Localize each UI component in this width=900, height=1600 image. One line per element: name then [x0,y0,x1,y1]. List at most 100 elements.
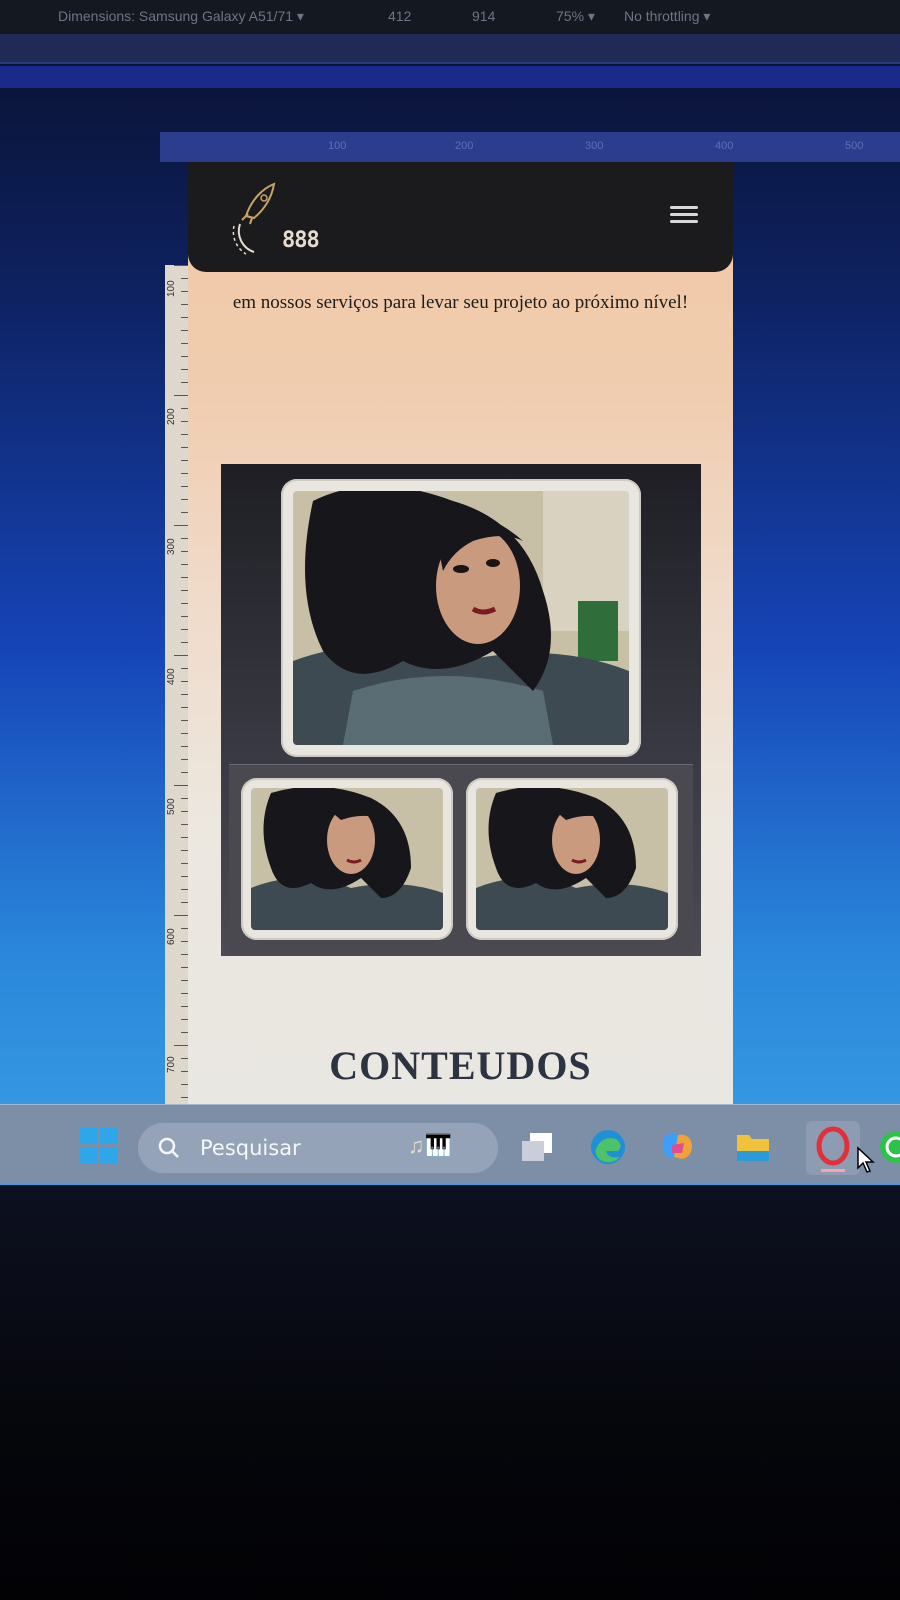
ruler-left-mark: 600 [166,928,177,945]
menu-icon [670,220,698,223]
device-dimensions-dropdown[interactable]: Dimensions: Samsung Galaxy A51/71 ▾ [58,8,304,25]
device-viewport: 888 em nossos serviços para levar seu pr… [188,162,733,1104]
task-view-icon[interactable] [518,1127,558,1167]
ruler-top: 100 200 300 400 500 [160,132,900,162]
ruler-left-mark: 100 [166,280,177,297]
portrait-photo [293,491,629,745]
ruler-tick [181,941,188,942]
devtools-media-query-bar-secondary[interactable] [0,66,900,88]
ruler-tick [181,1097,188,1098]
site-header: 888 [188,162,733,272]
taskbar-search-box[interactable]: Pesquisar ♫🎹 [138,1123,498,1173]
ruler-tick [181,707,188,708]
devtools-media-query-bar[interactable] [0,34,900,64]
ruler-left-mark: 400 [166,668,177,685]
copilot-icon[interactable] [658,1127,698,1167]
ruler-tick [181,837,188,838]
section-title: CONTEUDOS [329,1043,592,1088]
ruler-tick [181,421,188,422]
ruler-tick [181,603,188,604]
ruler-tick [181,1006,188,1007]
ruler-tick [181,278,188,279]
ruler-tick [181,993,188,994]
ruler-top-mark: 100 [328,140,347,152]
ruler-tick [181,811,188,812]
ruler-tick [181,447,188,448]
search-placeholder: Pesquisar [200,1136,301,1160]
ruler-tick [181,954,188,955]
intro-text: em nossos serviços para levar seu projet… [232,292,689,313]
menu-icon [670,206,698,209]
zoom-dropdown[interactable]: 75% ▾ [556,8,595,25]
gallery-main-photo[interactable] [281,479,641,757]
ruler-tick [181,668,188,669]
ruler-tick [181,1058,188,1059]
ruler-tick [181,1071,188,1072]
devtools-device-toolbar: Dimensions: Samsung Galaxy A51/71 ▾ 412 … [0,0,900,34]
ruler-tick [181,616,188,617]
ruler-tick [181,1084,188,1085]
ruler-tick [181,304,188,305]
ruler-tick [181,590,188,591]
ruler-tick [181,317,188,318]
ruler-tick [181,369,188,370]
ruler-tick [174,525,188,526]
gallery-thumbnail[interactable] [466,778,678,940]
taskbar: Pesquisar ♫🎹 [0,1104,900,1184]
ruler-tick [181,694,188,695]
ruler-left-mark: 500 [166,798,177,815]
ruler-left-mark: 300 [166,538,177,555]
ruler-tick [181,551,188,552]
ruler-top-mark: 300 [585,140,604,152]
file-explorer-icon[interactable] [733,1127,773,1167]
ruler-tick [174,1045,188,1046]
ruler-tick [181,863,188,864]
opera-icon[interactable] [806,1121,860,1175]
ruler-tick [181,967,188,968]
menu-icon [670,213,698,216]
whatsapp-icon[interactable] [876,1127,900,1167]
ruler-top-mark: 200 [455,140,474,152]
ruler-tick [174,395,188,396]
hamburger-menu-button[interactable] [670,202,698,230]
ruler-tick [181,850,188,851]
ruler-tick [181,720,188,721]
ruler-tick [181,772,188,773]
ruler-tick [181,434,188,435]
ruler-tick [181,629,188,630]
ruler-tick [174,655,188,656]
ruler-tick [181,486,188,487]
throttling-dropdown[interactable]: No throttling ▾ [624,8,710,25]
edge-icon[interactable] [588,1127,628,1167]
ruler-top-mark: 500 [845,140,864,152]
ruler-tick [181,889,188,890]
ruler-tick [181,928,188,929]
ruler-tick [181,980,188,981]
windows-start-icon[interactable] [80,1127,118,1165]
viewport-width-input[interactable]: 412 [388,8,411,24]
ruler-tick [181,473,188,474]
portrait-photo [476,788,668,930]
gallery-thumbnail[interactable] [241,778,453,940]
ruler-tick [181,291,188,292]
logo-text: 888 [282,228,320,253]
portrait-photo [251,788,443,930]
ruler-tick [181,733,188,734]
ruler-tick [181,330,188,331]
ruler-tick [181,356,188,357]
ruler-tick [181,408,188,409]
search-highlight-icon: ♫🎹 [408,1133,452,1158]
ruler-tick [181,798,188,799]
ruler-left-mark: 700 [166,1056,177,1073]
site-logo[interactable]: 888 [224,176,320,256]
viewport-height-input[interactable]: 914 [472,8,495,24]
ruler-tick [174,265,188,266]
ruler-tick [181,512,188,513]
ruler-tick [181,382,188,383]
photo-gallery [221,464,701,956]
ruler-tick [181,577,188,578]
mouse-cursor-icon [857,1146,875,1173]
ruler-tick [174,785,188,786]
ruler-tick [181,759,188,760]
ruler-tick [181,746,188,747]
